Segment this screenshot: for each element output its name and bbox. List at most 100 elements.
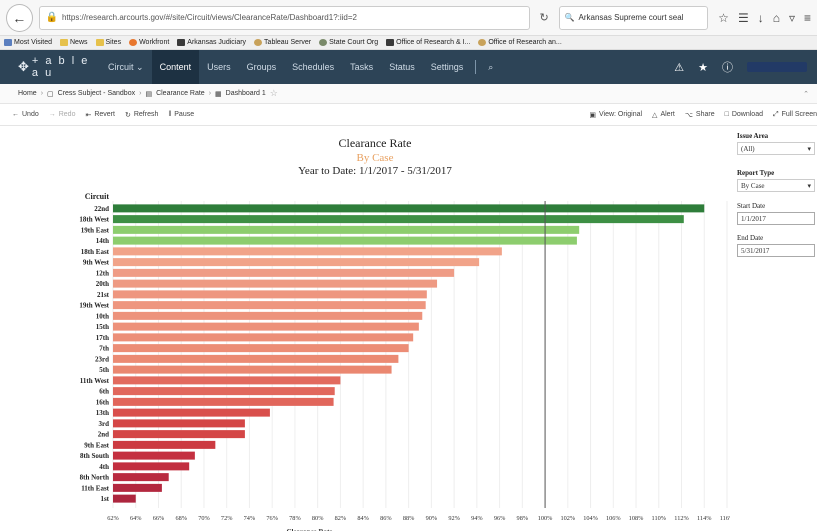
download-icon: □ <box>724 111 729 118</box>
address-bar[interactable]: 🔒 https://research.arcourts.gov/#/site/C… <box>38 5 530 30</box>
nav-groups[interactable]: Groups <box>239 50 285 84</box>
bookmark-news[interactable]: News <box>60 39 88 46</box>
workfront-icon <box>129 39 138 46</box>
back-icon[interactable]: ← <box>6 3 33 32</box>
search-input[interactable]: 🔍 Arkansas Supreme court seal <box>558 5 709 30</box>
report-type-select[interactable]: By Case ▾ <box>737 179 815 192</box>
category-label: 11th West <box>80 377 110 385</box>
bar <box>113 387 335 396</box>
redo-icon: → <box>48 111 56 118</box>
nav-status[interactable]: Status <box>381 50 423 84</box>
star-icon[interactable]: ☆ <box>718 11 729 25</box>
breadcrumb-workbook[interactable]: Clearance Rate <box>156 90 205 97</box>
bar <box>113 301 426 310</box>
revert-icon: ⇤ <box>85 111 92 119</box>
category-label: 8th North <box>80 474 109 482</box>
tableau-cross-icon: ✥ <box>18 59 29 74</box>
full-screen-button[interactable]: ⤢ Full Screen <box>773 111 817 119</box>
view-original-button[interactable]: ▣ View: Original <box>589 111 642 119</box>
nav-tasks[interactable]: Tasks <box>342 50 381 84</box>
user-menu[interactable] <box>747 62 807 72</box>
viz-area: Circuit 22nd 18th West 19th East 14th 18th Ea… <box>0 126 730 531</box>
nav-settings[interactable]: Settings <box>423 50 472 84</box>
viz-titles: Clearance Rate By Case Year to Date: 1/1… <box>230 136 520 177</box>
bookmark-office-research-1[interactable]: Office of Research & I... <box>386 39 470 46</box>
download-button[interactable]: □ Download <box>725 111 763 119</box>
reload-icon[interactable]: ↻ <box>536 11 553 24</box>
x-tick-label: 76% <box>266 515 278 522</box>
pause-icon: ‖ <box>168 111 172 118</box>
refresh-button[interactable]: ↻ Refresh <box>125 111 158 119</box>
breadcrumb-separator: › <box>208 90 212 97</box>
download-icon[interactable]: ↓ <box>758 11 764 25</box>
bookmark-sites[interactable]: Sites <box>95 39 121 46</box>
breadcrumb-separator: › <box>40 90 44 97</box>
nav-schedules[interactable]: Schedules <box>284 50 342 84</box>
bookmark-workfront[interactable]: Workfront <box>129 39 169 46</box>
bookmark-office-research-2[interactable]: Office of Research an... <box>478 39 562 46</box>
bookmark-state-court-org[interactable]: State Court Org <box>319 39 378 46</box>
bar <box>113 494 136 503</box>
pause-button[interactable]: ‖ Pause <box>168 111 194 118</box>
chart-date-range: Year to Date: 1/1/2017 - 5/31/2017 <box>298 165 452 177</box>
nav-search-icon[interactable]: ⌕ <box>480 50 501 84</box>
view-icon: ▣ <box>589 111 596 119</box>
nav-content[interactable]: Content <box>151 50 200 84</box>
category-label: 4th <box>99 463 109 471</box>
favorites-icon[interactable]: ★ <box>698 61 708 74</box>
bar <box>113 473 169 482</box>
breadcrumb-project[interactable]: Cress Subject - Sandbox <box>58 90 135 97</box>
bookmark-icon <box>4 39 12 46</box>
nav-users[interactable]: Users <box>199 50 239 84</box>
category-label: 16th <box>96 398 109 406</box>
chart-subtitle: By Case <box>356 152 394 164</box>
undo-button[interactable]: ← Undo <box>12 111 39 118</box>
category-label: 14th <box>96 237 109 245</box>
end-date-input[interactable]: 5/31/2017 <box>737 244 815 257</box>
tableau-logo[interactable]: ✥ + a b l e a u <box>0 55 100 79</box>
chevron-down-icon: ▾ <box>807 144 811 153</box>
bell-icon: △ <box>652 111 658 119</box>
bookmark-most-visited[interactable]: Most Visited <box>4 39 52 46</box>
nav-circuit[interactable]: Circuit ⌄ <box>100 50 152 84</box>
category-label: 13th <box>96 409 109 417</box>
x-tick-label: 74% <box>244 515 256 522</box>
start-date-input[interactable]: 1/1/2017 <box>737 212 815 225</box>
menu-icon[interactable]: ≡ <box>804 11 811 25</box>
category-label: 20th <box>96 280 109 288</box>
fullscreen-icon: ⤢ <box>772 110 779 118</box>
category-label: 3rd <box>99 420 110 428</box>
bar <box>113 408 270 417</box>
chevron-up-icon[interactable]: ⌃ <box>803 90 809 98</box>
x-tick-label: 112% <box>674 515 689 522</box>
share-button[interactable]: ⌥ Share <box>685 111 715 119</box>
alert-icon[interactable]: ⚠ <box>674 61 684 74</box>
pocket-icon[interactable]: ▿ <box>789 11 795 25</box>
home-icon[interactable]: ⌂ <box>773 11 780 25</box>
category-label: 15th <box>96 323 109 331</box>
filter-panel: Issue Area (All) ▾ Report Type By Case ▾ S… <box>737 126 817 531</box>
clearance-rate-chart: Circuit 22nd 18th West 19th East 14th 18th Ea… <box>79 192 730 531</box>
bar <box>113 279 438 288</box>
bar <box>113 451 195 460</box>
redo-button[interactable]: → Redo <box>49 111 76 118</box>
bookmark-arkansas-judiciary[interactable]: Arkansas Judiciary <box>177 39 246 46</box>
reading-list-icon[interactable]: ☰ <box>738 11 749 25</box>
x-tick-label: 108% <box>629 515 644 522</box>
revert-button[interactable]: ⇤ Revert <box>85 111 115 119</box>
x-tick-label: 64% <box>130 515 142 522</box>
judiciary-icon <box>177 39 186 46</box>
breadcrumb-home[interactable]: Home <box>18 90 37 97</box>
bookmarks-bar: Most Visited News Sites Workfront Arkans… <box>0 36 817 50</box>
bookmark-tableau-server[interactable]: Tableau Server <box>254 39 311 46</box>
bar <box>113 344 409 353</box>
favorite-star-icon[interactable]: ☆ <box>270 88 278 99</box>
globe-icon <box>319 39 328 46</box>
tableau-icon <box>254 39 263 46</box>
category-label: 5th <box>99 366 109 374</box>
info-icon[interactable]: ⓘ <box>722 59 733 75</box>
end-date-label: End Date <box>737 234 764 242</box>
alert-button[interactable]: △ Alert <box>652 111 675 119</box>
category-label: 18th East <box>81 248 110 256</box>
issue-area-select[interactable]: (All) ▾ <box>737 142 815 155</box>
